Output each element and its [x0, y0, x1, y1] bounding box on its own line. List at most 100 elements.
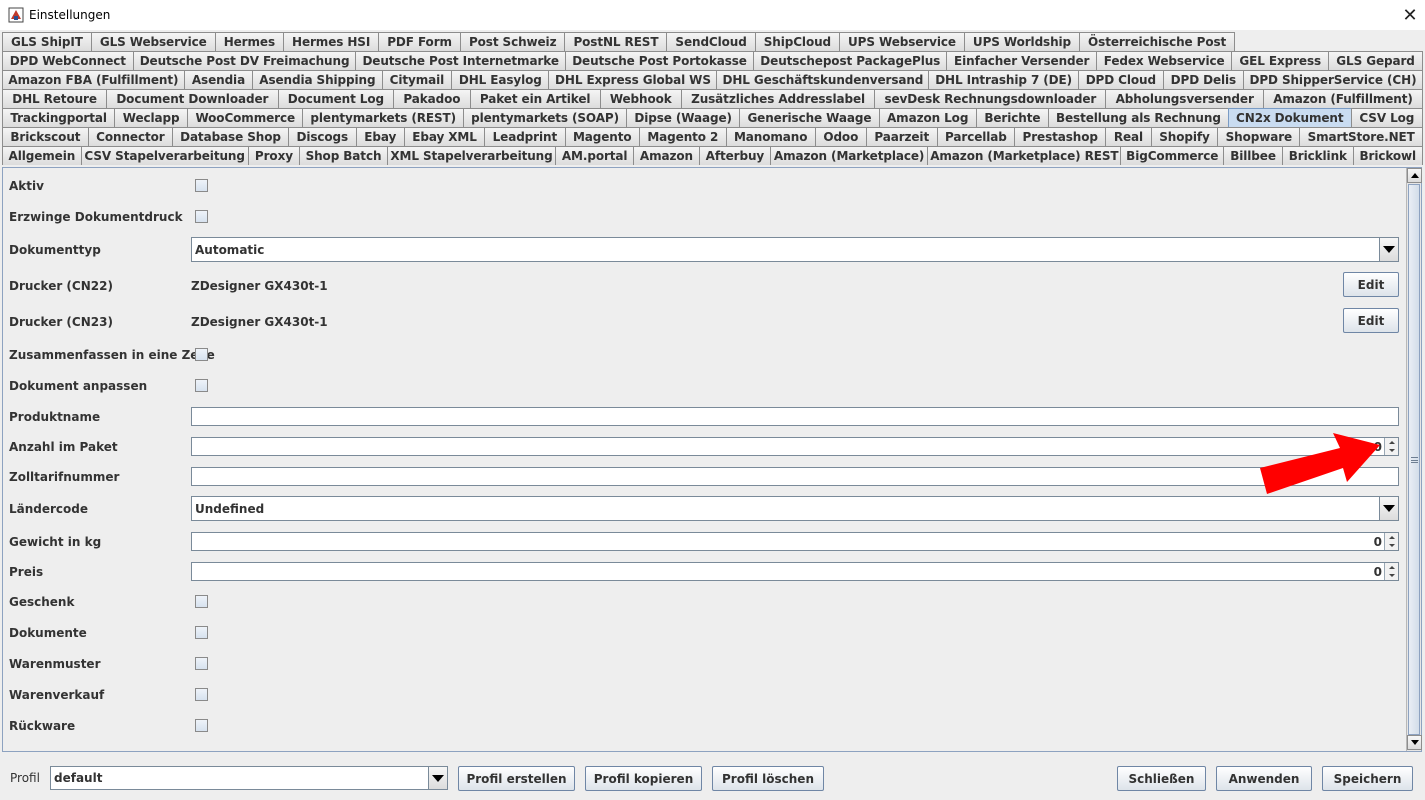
produktname-field[interactable] — [191, 407, 1399, 426]
tab-paket-ein-artikel[interactable]: Paket ein Artikel — [469, 89, 601, 108]
tab-allgemein[interactable]: Allgemein — [2, 146, 82, 165]
tab-amazon[interactable]: Amazon — [633, 146, 700, 165]
tab-citymail[interactable]: Citymail — [381, 70, 453, 89]
tab-gel-express[interactable]: GEL Express — [1231, 51, 1330, 70]
tab-dpd-delis[interactable]: DPD Delis — [1162, 70, 1244, 89]
geschenk-checkbox[interactable] — [195, 595, 208, 608]
copy-profile-button[interactable]: Profil kopieren — [585, 766, 702, 791]
tab-sendcloud[interactable]: SendCloud — [666, 32, 756, 51]
tab-proxy[interactable]: Proxy — [247, 146, 301, 165]
tab-plentymarkets-rest[interactable]: plentymarkets (REST) — [302, 108, 465, 127]
tab-dpd-webconnect[interactable]: DPD WebConnect — [2, 51, 134, 70]
tab-shipcloud[interactable]: ShipCloud — [754, 32, 841, 51]
tab-document-log[interactable]: Document Log — [277, 89, 395, 108]
tab-amazon-fba-fulfillment[interactable]: Amazon FBA (Fulfillment) — [2, 70, 185, 89]
tab-deutsche-post-portokasse[interactable]: Deutsche Post Portokasse — [564, 51, 755, 70]
tab-odoo[interactable]: Odoo — [814, 127, 867, 146]
tab-pakadoo[interactable]: Pakadoo — [393, 89, 471, 108]
tab-bestellung-als-rechnung[interactable]: Bestellung als Rechnung — [1047, 108, 1229, 127]
tab-sevdesk-rechnungsdownloader[interactable]: sevDesk Rechnungsdownloader — [874, 89, 1107, 108]
tab-pdf-form[interactable]: PDF Form — [378, 32, 461, 51]
dokumenttyp-select[interactable]: Automatic — [191, 237, 1399, 262]
tab-brickowl[interactable]: Brickowl — [1352, 146, 1423, 165]
tab-ups-webservice[interactable]: UPS Webservice — [839, 32, 965, 51]
tab-prestashop[interactable]: Prestashop — [1014, 127, 1107, 146]
tab-leadprint[interactable]: Leadprint — [484, 127, 566, 146]
tab-am-portal[interactable]: AM.portal — [555, 146, 634, 165]
tab-brickscout[interactable]: Brickscout — [2, 127, 89, 146]
close-button[interactable]: Schließen — [1117, 766, 1206, 791]
tab-woocommerce[interactable]: WooCommerce — [187, 108, 304, 127]
tab-ups-worldship[interactable]: UPS Worldship — [963, 32, 1081, 51]
tab-paarzeit[interactable]: Paarzeit — [865, 127, 938, 146]
tab-amazon-log[interactable]: Amazon Log — [878, 108, 977, 127]
tab-smartstore-net[interactable]: SmartStore.NET — [1299, 127, 1423, 146]
tab-weclapp[interactable]: Weclapp — [114, 108, 189, 127]
tab-csv-log[interactable]: CSV Log — [1350, 108, 1423, 127]
tab-asendia-shipping[interactable]: Asendia Shipping — [252, 70, 383, 89]
tab-zusätzliches-addresslabel[interactable]: Zusätzliches Addresslabel — [680, 89, 876, 108]
tab-fedex-webservice[interactable]: Fedex Webservice — [1095, 51, 1233, 70]
tab-deutsche-post-dv-freimachung[interactable]: Deutsche Post DV Freimachung — [132, 51, 357, 70]
chevron-down-icon[interactable] — [428, 767, 447, 789]
warenverkauf-checkbox[interactable] — [195, 688, 208, 701]
tab-trackingportal[interactable]: Trackingportal — [2, 108, 116, 127]
tab-afterbuy[interactable]: Afterbuy — [698, 146, 771, 165]
create-profile-button[interactable]: Profil erstellen — [458, 766, 575, 791]
tab-plentymarkets-soap[interactable]: plentymarkets (SOAP) — [463, 108, 628, 127]
tab-hermes[interactable]: Hermes — [214, 32, 284, 51]
spinner-arrows-icon[interactable] — [1384, 533, 1398, 550]
preis-spinner[interactable]: 0 — [191, 562, 1399, 581]
zolltarif-field[interactable] — [191, 467, 1399, 486]
tab-abholungsversender[interactable]: Abholungsversender — [1105, 89, 1264, 108]
tab-amazon-fulfillment[interactable]: Amazon (Fulfillment) — [1263, 89, 1423, 108]
tab-real[interactable]: Real — [1105, 127, 1152, 146]
vertical-scrollbar[interactable] — [1406, 168, 1422, 751]
tab-manomano[interactable]: Manomano — [725, 127, 816, 146]
tab-document-downloader[interactable]: Document Downloader — [106, 89, 279, 108]
laendercode-select[interactable]: Undefined — [191, 496, 1399, 521]
tab-dhl-easylog[interactable]: DHL Easylog — [451, 70, 550, 89]
tab-österreichische-post[interactable]: Österreichische Post — [1079, 32, 1236, 51]
tab-xml-stapelverarbeitung[interactable]: XML Stapelverarbeitung — [386, 146, 557, 165]
spinner-arrows-icon[interactable] — [1384, 563, 1398, 580]
scroll-up-icon[interactable] — [1407, 168, 1422, 183]
tab-postnl-rest[interactable]: PostNL REST — [564, 32, 668, 51]
apply-button[interactable]: Anwenden — [1216, 766, 1312, 791]
zusammenfassen-checkbox[interactable] — [195, 348, 208, 361]
dokument-anpassen-checkbox[interactable] — [195, 379, 208, 392]
scroll-thumb[interactable] — [1408, 184, 1420, 735]
gewicht-spinner[interactable]: 0 — [191, 532, 1399, 551]
tab-shopware[interactable]: Shopware — [1217, 127, 1301, 146]
tab-berichte[interactable]: Berichte — [975, 108, 1049, 127]
tab-cn2x-dokument[interactable]: CN2x Dokument — [1227, 108, 1352, 127]
close-icon[interactable]: ✕ — [1395, 0, 1425, 30]
rueckware-checkbox[interactable] — [195, 719, 208, 732]
chevron-down-icon[interactable] — [1379, 238, 1398, 261]
aktiv-checkbox[interactable] — [195, 179, 208, 192]
tab-gls-shipit[interactable]: GLS ShipIT — [2, 32, 92, 51]
tab-webhook[interactable]: Webhook — [599, 89, 682, 108]
tab-asendia[interactable]: Asendia — [183, 70, 254, 89]
tab-amazon-marketplace[interactable]: Amazon (Marketplace) — [769, 146, 929, 165]
tab-bigcommerce[interactable]: BigCommerce — [1120, 146, 1225, 165]
tab-shopify[interactable]: Shopify — [1150, 127, 1219, 146]
tab-amazon-marketplace-rest[interactable]: Amazon (Marketplace) REST — [927, 146, 1122, 165]
dokumente-checkbox[interactable] — [195, 626, 208, 639]
anzahl-spinner[interactable]: 0 — [191, 437, 1399, 456]
chevron-down-icon[interactable] — [1379, 497, 1398, 520]
tab-ebay[interactable]: Ebay — [355, 127, 405, 146]
delete-profile-button[interactable]: Profil löschen — [712, 766, 824, 791]
tab-dhl-intraship-7-de[interactable]: DHL Intraship 7 (DE) — [928, 70, 1079, 89]
tab-ebay-xml[interactable]: Ebay XML — [403, 127, 486, 146]
scroll-down-icon[interactable] — [1407, 735, 1422, 750]
tab-deutsche-post-internetmarke[interactable]: Deutsche Post Internetmarke — [355, 51, 566, 70]
tab-database-shop[interactable]: Database Shop — [171, 127, 289, 146]
tab-einfacher-versender[interactable]: Einfacher Versender — [946, 51, 1097, 70]
tab-parcellab[interactable]: Parcellab — [936, 127, 1016, 146]
drucker-cn23-edit-button[interactable]: Edit — [1343, 308, 1399, 333]
tab-magento[interactable]: Magento — [564, 127, 640, 146]
tab-dhl-retoure[interactable]: DHL Retoure — [2, 89, 108, 108]
tab-discogs[interactable]: Discogs — [287, 127, 357, 146]
spinner-arrows-icon[interactable] — [1384, 438, 1398, 455]
